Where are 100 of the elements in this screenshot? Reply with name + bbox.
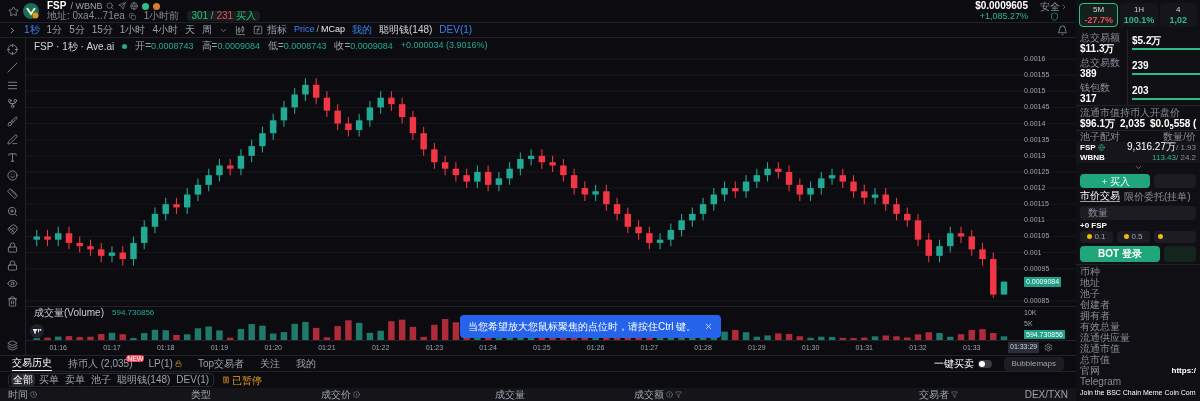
info-label: 币种 — [1080, 265, 1100, 277]
candlestick — [302, 77, 309, 102]
order-type-tab[interactable]: 市价交易 — [1080, 190, 1120, 202]
candle-change: +0.000034 (3.9016%) — [400, 39, 488, 53]
candlestick — [861, 184, 868, 205]
marker-toggle[interactable]: DEV(1) — [439, 25, 473, 35]
timeframe-tab[interactable]: 1H 100.1% — [1120, 3, 1158, 27]
interval-tab[interactable]: 15分 — [91, 25, 113, 35]
chevron-right-icon — [1060, 2, 1068, 11]
hint-text: 当您希望放大您鼠标聚焦的点位时，请按住Ctrl 键。 — [468, 320, 697, 334]
candlestick — [721, 181, 728, 202]
filter-chip[interactable]: 卖单 — [63, 374, 87, 386]
interval-tab[interactable]: 天 — [184, 25, 195, 35]
order-type-tab[interactable]: 限价委托(挂单) — [1124, 190, 1191, 202]
zoom-in-icon — [7, 206, 18, 217]
bottom-tab[interactable]: LP(1) — [148, 356, 182, 371]
candlestick — [366, 100, 374, 128]
column-header: 成交额 — [634, 389, 665, 400]
ohlc-value: 收=0.0009084 — [334, 39, 393, 54]
filter-chip[interactable]: 全部 — [11, 374, 35, 386]
candlestick — [850, 174, 857, 199]
candlestick — [312, 77, 320, 105]
lock-icon — [7, 242, 18, 253]
candlestick — [914, 213, 922, 247]
marker-toggle[interactable]: 聪明钱(148) — [379, 25, 433, 35]
bubblemaps-button[interactable]: Bubblemaps — [1003, 356, 1064, 371]
candlestick — [377, 90, 384, 115]
bottom-tab[interactable]: 交易历史 — [12, 356, 52, 371]
market-label: 持币人 — [1120, 107, 1150, 118]
lock-icon — [7, 260, 18, 271]
clock-icon — [30, 391, 37, 398]
filter-chip[interactable]: 聪明钱(148) — [115, 374, 173, 386]
interval-tab[interactable]: 周 — [201, 25, 212, 35]
candlestick — [140, 219, 148, 250]
candlestick — [291, 87, 298, 115]
search-icon — [106, 2, 115, 10]
plus-icon — [1100, 177, 1108, 185]
amount-chip[interactable] — [1154, 230, 1196, 243]
safety-link[interactable]: 安全 — [1040, 1, 1068, 12]
copy-icon — [128, 12, 136, 20]
column-header: 成交量 — [494, 389, 525, 400]
token-age: 1小时前 — [143, 11, 180, 21]
interval-tab[interactable]: 5分 — [69, 25, 85, 35]
interval-tab[interactable]: 1分 — [46, 25, 63, 35]
amount-chip[interactable]: 0.5 — [1117, 230, 1150, 243]
pool-token: WBNB — [1080, 153, 1105, 163]
filter-chip[interactable]: 买单 — [37, 374, 61, 386]
one-click-toggle[interactable] — [977, 359, 992, 368]
receive-amount: +0 FSP — [1079, 219, 1108, 231]
marker-toggle[interactable]: 我的 — [352, 25, 372, 35]
candlestick — [613, 197, 621, 221]
magnet-icon — [7, 224, 18, 235]
bottom-tab[interactable]: 我的 — [296, 356, 317, 371]
candlestick — [216, 158, 223, 183]
candlestick — [753, 168, 761, 189]
candlestick — [345, 116, 352, 137]
fork-icon — [7, 98, 18, 109]
interval-tab[interactable]: 4小时 — [152, 25, 178, 35]
line-icon — [7, 62, 18, 73]
candlestick — [495, 171, 503, 192]
indicators-button[interactable]: 指标 — [252, 25, 287, 35]
timeframe-tab[interactable]: 5M -27.7% — [1079, 3, 1119, 27]
stat-buy-value: $5.2万 — [1132, 35, 1163, 46]
token-logo — [23, 3, 39, 19]
market-value: 2,035 — [1120, 118, 1147, 129]
column-header: 时间 — [8, 389, 28, 400]
timeframe-tab[interactable]: 4 1,02 — [1159, 3, 1197, 27]
pen-icon — [7, 134, 18, 145]
price-mcap-option[interactable]: MCap — [320, 23, 345, 37]
info-label: 创建者 — [1080, 298, 1110, 310]
layers-icon — [7, 340, 18, 351]
stat-value: 389 — [1080, 67, 1097, 79]
candlestick — [409, 110, 417, 141]
filter-chip[interactable]: DEV(1) — [174, 374, 212, 386]
info-label: 池子 — [1080, 287, 1100, 299]
send-icon — [118, 2, 127, 10]
bottom-tab[interactable]: Top交易者 — [197, 356, 245, 371]
contract-address: 地址: 0xa4...71ea — [47, 11, 125, 21]
interval-tab[interactable]: 1小时 — [119, 25, 146, 35]
market-value: $0.0$_{5}$558 ( — [1150, 118, 1197, 129]
filter-chip[interactable]: 池子 — [89, 374, 113, 386]
text-icon — [7, 152, 18, 163]
bottom-tab[interactable]: 关注 — [260, 356, 281, 371]
pool-label: 池子配对 — [1080, 131, 1120, 142]
trash-icon — [7, 296, 18, 307]
candlestick — [624, 206, 632, 234]
price-mcap-option[interactable]: Price — [293, 23, 315, 37]
interval-tab[interactable]: 1秒 — [24, 25, 40, 35]
amount-field[interactable]: 数量 — [1080, 205, 1196, 220]
one-click-label: 一键买卖 — [933, 357, 974, 371]
candlestick — [570, 168, 578, 196]
amount-chip[interactable]: 0.1 — [1080, 230, 1113, 243]
candlestick — [785, 164, 793, 192]
close-icon[interactable] — [704, 322, 714, 331]
ohlc-value: 高=0.0009084 — [201, 39, 260, 54]
eye-icon — [7, 278, 18, 289]
candlestick — [678, 213, 685, 237]
function-icon — [252, 25, 263, 35]
tx-counts: 301 / 231 买入 — [187, 11, 260, 21]
candlestick — [560, 158, 567, 183]
